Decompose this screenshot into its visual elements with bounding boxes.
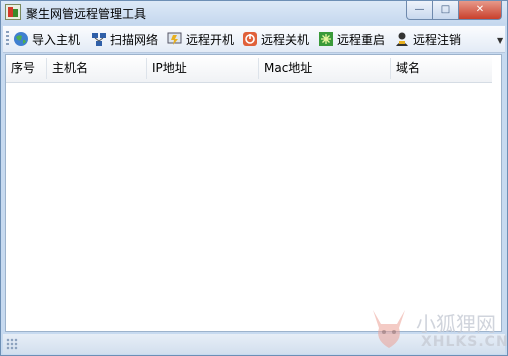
resize-grip[interactable]	[6, 338, 18, 350]
scan-network-button[interactable]: 扫描网络	[91, 30, 158, 48]
title-bar[interactable]: 聚生网管远程管理工具 — □ ✕	[1, 1, 507, 25]
column-header-ip[interactable]: IP地址	[147, 55, 258, 82]
remote-restart-button[interactable]: 远程重启	[318, 30, 385, 48]
remote-logoff-button[interactable]: 远程注销	[394, 30, 461, 48]
remote-shutdown-button[interactable]: 远程关机	[242, 30, 309, 48]
remote-shutdown-label: 远程关机	[261, 32, 310, 47]
app-window: 聚生网管远程管理工具 — □ ✕ 导入主机 扫描网络 远程开机 远程关机 远程重…	[0, 0, 508, 356]
scan-network-label: 扫描网络	[110, 32, 159, 47]
import-host-button[interactable]: 导入主机	[13, 30, 80, 48]
watermark-logo	[369, 302, 409, 350]
remote-power-on-button[interactable]: 远程开机	[167, 30, 234, 48]
remote-power-on-label: 远程开机	[186, 32, 235, 47]
power-on-icon	[167, 31, 183, 47]
network-scan-icon	[91, 31, 107, 47]
minimize-button[interactable]: —	[406, 1, 433, 20]
remote-restart-label: 远程重启	[337, 32, 386, 47]
power-off-icon	[242, 31, 258, 47]
column-header-mac[interactable]: Mac地址	[259, 55, 390, 82]
toolbar-overflow-icon[interactable]: ▼	[497, 36, 503, 45]
column-header-hostname[interactable]: 主机名	[47, 55, 146, 82]
column-header-index[interactable]: 序号	[6, 55, 46, 82]
restart-icon	[318, 31, 334, 47]
watermark-text-cn: 小狐狸网	[416, 312, 496, 336]
remote-logoff-label: 远程注销	[413, 32, 462, 47]
table-header: 序号 主机名 IP地址 Mac地址 域名	[6, 55, 492, 83]
close-button[interactable]: ✕	[458, 1, 502, 20]
maximize-button[interactable]: □	[432, 1, 459, 20]
app-icon	[5, 4, 21, 20]
globe-icon	[13, 31, 29, 47]
window-title: 聚生网管远程管理工具	[26, 7, 147, 21]
toolbar-grip[interactable]	[6, 31, 9, 47]
host-list-view[interactable]: 序号 主机名 IP地址 Mac地址 域名	[5, 54, 502, 332]
logoff-user-icon	[394, 31, 410, 47]
watermark-text-en: XHLKS.CN	[421, 334, 508, 350]
column-header-domain[interactable]: 域名	[391, 55, 491, 82]
import-host-label: 导入主机	[32, 32, 81, 47]
toolbar: 导入主机 扫描网络 远程开机 远程关机 远程重启 远程注销 ▼	[3, 26, 505, 53]
